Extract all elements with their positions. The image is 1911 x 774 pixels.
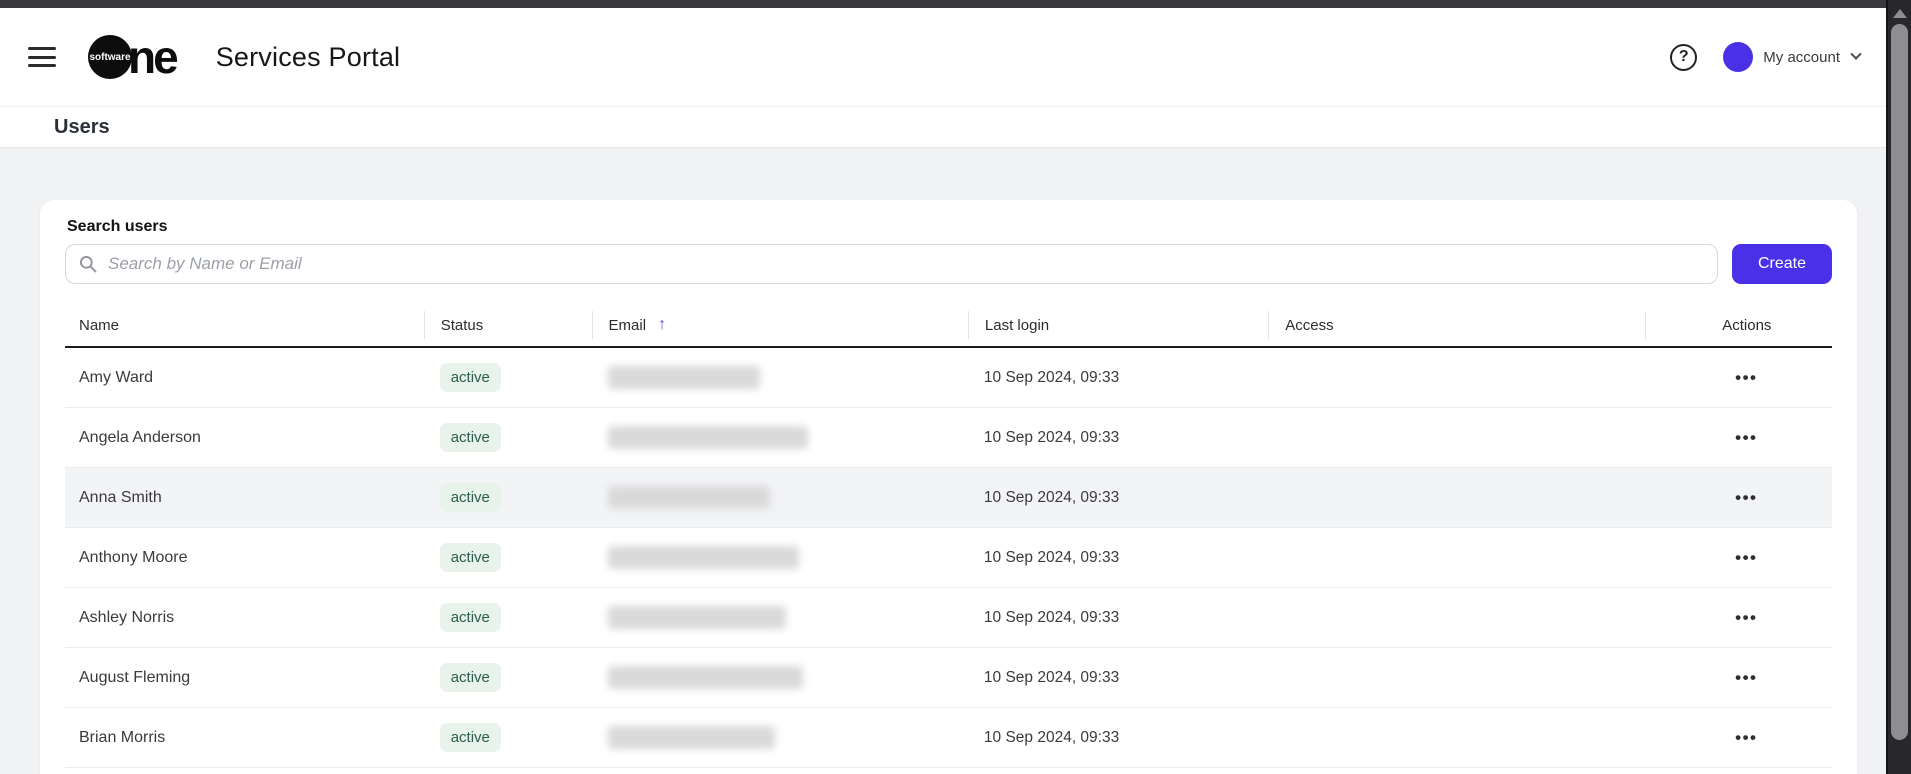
redacted-email	[608, 426, 808, 449]
table-row[interactable]: Anthony Moore active 10 Sep 2024, 09:33 …	[65, 528, 1832, 588]
users-card: Search users Create Name Status Email	[40, 200, 1857, 774]
column-header-email[interactable]: Email ↑	[592, 311, 968, 339]
search-wrap	[65, 244, 1718, 284]
column-header-access[interactable]: Access	[1268, 311, 1644, 339]
table-row[interactable]: August Fleming active 10 Sep 2024, 09:33…	[65, 648, 1832, 708]
redacted-email	[608, 726, 775, 749]
table-row[interactable]: Brian Morris active 10 Sep 2024, 09:33 •…	[65, 708, 1832, 768]
redacted-email	[608, 546, 799, 569]
row-actions-more-icon[interactable]: •••	[1727, 365, 1765, 390]
softwareone-logo[interactable]: software ne	[88, 34, 176, 80]
status-badge: active	[440, 363, 501, 392]
user-name: Amy Ward	[79, 369, 153, 387]
logo-text-big: ne	[128, 34, 176, 80]
app-root: software ne Services Portal ? My account…	[0, 8, 1886, 774]
user-name: Angela Anderson	[79, 429, 201, 447]
status-badge: active	[440, 483, 501, 512]
column-header-actions: Actions	[1645, 311, 1832, 339]
row-actions-more-icon[interactable]: •••	[1727, 485, 1765, 510]
status-badge: active	[440, 603, 501, 632]
row-actions-more-icon[interactable]: •••	[1727, 425, 1765, 450]
row-actions-more-icon[interactable]: •••	[1727, 665, 1765, 690]
sort-ascending-icon[interactable]: ↑	[658, 316, 666, 334]
status-badge: active	[440, 423, 501, 452]
search-icon	[78, 254, 98, 274]
account-menu[interactable]: My account	[1723, 42, 1860, 72]
redacted-email	[608, 606, 786, 629]
search-input[interactable]	[65, 244, 1718, 284]
scrollbar-up-arrow-icon[interactable]	[1893, 9, 1907, 18]
create-button[interactable]: Create	[1732, 244, 1832, 284]
users-table: Name Status Email ↑ Last login Access Ac…	[65, 304, 1832, 768]
hamburger-menu-icon[interactable]	[28, 47, 56, 67]
page-title: Services Portal	[216, 42, 401, 73]
logo-text-small: software	[89, 52, 130, 63]
content-area: Search users Create Name Status Email	[0, 148, 1886, 774]
row-actions-more-icon[interactable]: •••	[1727, 725, 1765, 750]
last-login: 10 Sep 2024, 09:33	[984, 549, 1119, 567]
help-icon[interactable]: ?	[1670, 44, 1697, 71]
status-badge: active	[440, 723, 501, 752]
column-header-name[interactable]: Name	[65, 311, 424, 339]
column-header-last-login[interactable]: Last login	[968, 311, 1268, 339]
last-login: 10 Sep 2024, 09:33	[984, 369, 1119, 387]
account-label: My account	[1763, 49, 1840, 66]
browser-top-edge	[0, 0, 1911, 8]
table-row[interactable]: Amy Ward active 10 Sep 2024, 09:33 •••	[65, 348, 1832, 408]
app-header: software ne Services Portal ? My account	[0, 8, 1886, 107]
last-login: 10 Sep 2024, 09:33	[984, 429, 1119, 447]
table-header-row: Name Status Email ↑ Last login Access Ac…	[65, 304, 1832, 348]
user-name: Brian Morris	[79, 729, 165, 747]
redacted-email	[608, 666, 803, 689]
last-login: 10 Sep 2024, 09:33	[984, 729, 1119, 747]
page-scrollbar[interactable]	[1886, 0, 1911, 774]
header-right: ? My account	[1670, 42, 1860, 72]
search-label: Search users	[67, 218, 1832, 236]
table-row[interactable]: Ashley Norris active 10 Sep 2024, 09:33 …	[65, 588, 1832, 648]
status-badge: active	[440, 663, 501, 692]
user-name: August Fleming	[79, 669, 190, 687]
scrollbar-thumb[interactable]	[1891, 24, 1908, 740]
logo-circle: software	[88, 35, 132, 79]
redacted-email	[608, 486, 770, 509]
user-name: Anthony Moore	[79, 549, 188, 567]
redacted-email	[608, 366, 760, 389]
user-name: Ashley Norris	[79, 609, 174, 627]
user-name: Anna Smith	[79, 489, 162, 507]
row-actions-more-icon[interactable]: •••	[1727, 605, 1765, 630]
last-login: 10 Sep 2024, 09:33	[984, 609, 1119, 627]
avatar[interactable]	[1723, 42, 1753, 72]
chevron-down-icon	[1850, 49, 1861, 60]
breadcrumb: Users	[54, 116, 110, 139]
table-row[interactable]: Anna Smith active 10 Sep 2024, 09:33 •••	[65, 468, 1832, 528]
row-actions-more-icon[interactable]: •••	[1727, 545, 1765, 570]
last-login: 10 Sep 2024, 09:33	[984, 489, 1119, 507]
toolbar-row: Create	[65, 244, 1832, 284]
last-login: 10 Sep 2024, 09:33	[984, 669, 1119, 687]
subheader-bar: Users	[0, 107, 1886, 148]
table-row[interactable]: Angela Anderson active 10 Sep 2024, 09:3…	[65, 408, 1832, 468]
status-badge: active	[440, 543, 501, 572]
column-header-status[interactable]: Status	[424, 311, 592, 339]
